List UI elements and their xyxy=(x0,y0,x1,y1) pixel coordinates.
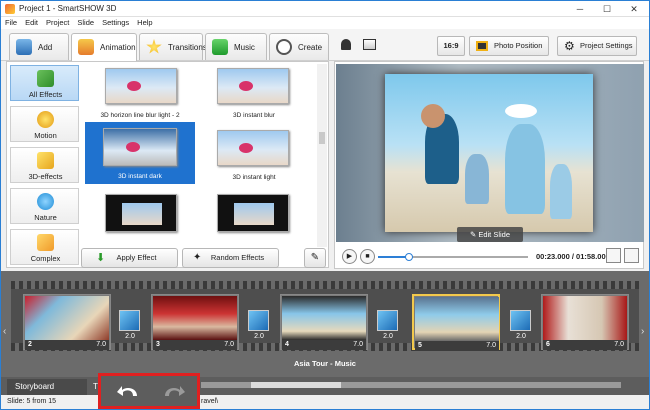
stop-icon[interactable]: ■ xyxy=(360,249,375,264)
minimize-button[interactable]: ─ xyxy=(567,2,593,16)
random-effects-button[interactable]: ✦ Random Effects xyxy=(182,248,279,268)
photo-position-icon xyxy=(476,41,488,51)
cube-icon xyxy=(37,152,54,169)
image-icon[interactable] xyxy=(363,39,376,50)
gear-icon: ⚙ xyxy=(564,39,575,53)
storyboard-slide-current[interactable]: 5 7.0 xyxy=(412,294,500,351)
tab-create[interactable]: Create xyxy=(269,33,329,60)
effect-thumbnail[interactable] xyxy=(105,68,177,104)
effect-label: 3D instant blur xyxy=(233,112,275,119)
storyboard-scrollbar[interactable] xyxy=(201,382,621,388)
app-icon xyxy=(5,4,15,14)
maximize-button[interactable]: ☐ xyxy=(594,2,620,16)
menu-file[interactable]: File xyxy=(1,17,21,29)
project-settings-button[interactable]: ⚙ Project Settings xyxy=(557,36,637,56)
effect-thumbnail[interactable] xyxy=(217,130,289,166)
down-arrow-icon: ⬇ xyxy=(96,252,106,264)
tab-storyboard[interactable]: Storyboard xyxy=(7,379,87,395)
category-nature[interactable]: Nature xyxy=(10,188,79,224)
transition-item[interactable]: 2.0 xyxy=(247,310,271,348)
category-motion[interactable]: Motion xyxy=(10,106,79,142)
storyboard-slide[interactable]: 4 7.0 xyxy=(280,294,368,350)
broom-icon: ✎ xyxy=(310,252,320,263)
effect-thumbnail[interactable] xyxy=(217,194,289,232)
close-button[interactable]: ✕ xyxy=(621,2,647,16)
magic-wand-icon: ✦ xyxy=(193,252,202,263)
slide-preview: ✎ Edit Slide xyxy=(336,64,644,242)
time-display: 00:23.000 / 01:58.000 xyxy=(536,252,610,261)
tab-animation[interactable]: Animation xyxy=(71,33,137,61)
redo-icon[interactable] xyxy=(159,382,187,400)
scroll-right-icon[interactable]: › xyxy=(641,326,644,337)
music-icon xyxy=(212,39,228,55)
transition-item[interactable]: 2.0 xyxy=(118,310,142,348)
photo-add-icon xyxy=(16,39,32,55)
menu-help[interactable]: Help xyxy=(133,17,156,29)
film-strip: 2 7.0 2.0 3 7.0 2.0 4 7.0 2.0 5 7.0 2.0 6 7.0 xyxy=(11,281,639,351)
transition-item[interactable]: 2.0 xyxy=(509,310,533,348)
effect-label: 3D instant dark xyxy=(118,173,162,180)
title-bar: Project 1 - SmartSHOW 3D ─ ☐ ✕ xyxy=(1,1,649,17)
clear-effect-button[interactable]: ✎ xyxy=(304,248,326,268)
effect-label: 3D instant light xyxy=(232,174,276,181)
effects-grid: 3D horizon line blur light - 2 3D instan… xyxy=(85,64,317,247)
playback-controls: ▶ ■ 00:23.000 / 01:58.000 xyxy=(336,244,644,268)
category-3d-effects[interactable]: 3D-effects xyxy=(10,147,79,183)
film-reel-icon xyxy=(276,39,292,55)
undo-icon[interactable] xyxy=(115,382,143,400)
star-icon xyxy=(146,39,162,54)
snowflake-icon xyxy=(37,193,54,210)
category-complex[interactable]: Complex xyxy=(10,229,79,265)
window-title: Project 1 - SmartSHOW 3D xyxy=(19,4,117,13)
transition-item[interactable]: 2.0 xyxy=(376,310,400,348)
animation-icon xyxy=(78,39,94,55)
play-icon[interactable]: ▶ xyxy=(342,249,357,264)
undo-redo-highlight xyxy=(98,373,200,409)
scroll-left-icon[interactable]: ‹ xyxy=(3,326,6,337)
effects-panel: All Effects Motion 3D-effects Nature Com… xyxy=(6,61,329,268)
storyboard-slide[interactable]: 2 7.0 xyxy=(23,294,111,350)
storyboard-slide[interactable]: 6 7.0 xyxy=(541,294,629,350)
music-track[interactable]: Asia Tour - Music xyxy=(1,357,649,371)
menu-edit[interactable]: Edit xyxy=(21,17,42,29)
apply-effect-button[interactable]: ⬇ Apply Effect xyxy=(81,248,178,268)
tab-add[interactable]: Add xyxy=(9,33,69,60)
category-list: All Effects Motion 3D-effects Nature Com… xyxy=(10,65,81,267)
preview-panel: ✎ Edit Slide ▶ ■ 00:23.000 / 01:58.000 xyxy=(334,61,644,269)
effects-scrollbar[interactable] xyxy=(317,64,327,247)
tab-music[interactable]: Music xyxy=(205,33,267,60)
tab-transitions[interactable]: Transitions xyxy=(139,33,207,60)
seek-bar[interactable] xyxy=(378,253,528,261)
effect-thumbnail[interactable] xyxy=(217,68,289,104)
storyboard-slide[interactable]: 3 7.0 xyxy=(151,294,239,350)
app-window: Project 1 - SmartSHOW 3D ─ ☐ ✕ File Edit P… xyxy=(0,0,650,410)
fullscreen-icon[interactable] xyxy=(624,248,639,263)
aspect-ratio-button[interactable]: 16:9 xyxy=(437,36,465,56)
menu-bar: File Edit Project Slide Settings Help xyxy=(1,17,649,29)
images-icon xyxy=(37,234,54,251)
effect-item-selected[interactable]: 3D instant dark xyxy=(85,122,195,184)
bell-icon[interactable] xyxy=(341,39,351,50)
menu-slide[interactable]: Slide xyxy=(73,17,98,29)
photo-position-button[interactable]: Photo Position xyxy=(469,36,549,56)
effect-thumbnail[interactable] xyxy=(105,194,177,232)
move-arrows-icon xyxy=(37,111,54,128)
camera-icon[interactable] xyxy=(606,248,621,263)
storyboard: ‹ › 27.0 2.0 37.0 2.0 47.0 2.0 57.0 xyxy=(1,271,649,377)
edit-slide-button[interactable]: ✎ Edit Slide xyxy=(457,227,523,242)
effect-label: 3D horizon line blur light - 2 xyxy=(100,112,180,119)
menu-project[interactable]: Project xyxy=(42,17,73,29)
category-all-effects[interactable]: All Effects xyxy=(10,65,79,101)
preview-photo xyxy=(385,74,593,232)
puzzle-icon xyxy=(37,70,54,87)
menu-settings[interactable]: Settings xyxy=(98,17,133,29)
main-tabs: Add Animation Transitions Music Create xyxy=(1,29,649,61)
project-path: ravel\ xyxy=(201,398,219,405)
seek-handle[interactable] xyxy=(405,253,413,261)
slide-counter: Slide: 5 from 15 xyxy=(7,398,57,405)
